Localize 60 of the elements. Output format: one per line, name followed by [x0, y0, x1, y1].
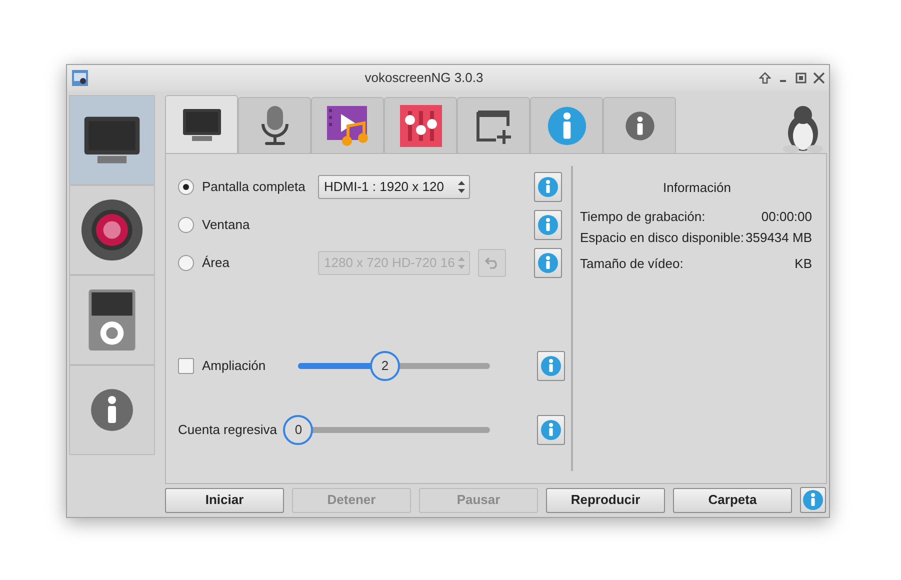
info-icon [538, 253, 558, 273]
radio-button[interactable] [178, 217, 194, 233]
radio-label: Ventana [202, 216, 251, 234]
display-combo[interactable]: HDMI-1 : 1920 x 120 [318, 175, 470, 199]
record-icon [80, 198, 144, 262]
action-button[interactable]: Iniciar [165, 488, 284, 512]
info-icon [546, 106, 586, 146]
slider-handle[interactable]: 2 [370, 351, 400, 381]
tab[interactable] [311, 97, 384, 153]
undo-icon [485, 257, 499, 269]
close-icon[interactable] [813, 72, 825, 84]
info-title: Información [662, 179, 732, 197]
equalizer-icon [398, 104, 442, 148]
countdown-label: Cuenta regresiva [178, 421, 278, 440]
info-value: 359434 MB [746, 229, 813, 247]
info-icon [541, 420, 562, 440]
maximize-icon[interactable] [795, 72, 807, 84]
checkbox-label: Ampliación [202, 357, 267, 376]
video-music-icon [326, 104, 370, 148]
action-button[interactable]: Carpeta [673, 488, 792, 512]
info-button[interactable] [534, 248, 562, 278]
checkbox[interactable] [178, 358, 194, 374]
info-icon [624, 110, 654, 140]
tab[interactable] [238, 97, 311, 153]
side-tab[interactable] [69, 95, 155, 185]
side-tab[interactable] [69, 275, 155, 365]
spinner-arrows-icon [458, 181, 465, 193]
info-button[interactable] [534, 210, 562, 240]
info-label: Tamaño de vídeo: [580, 254, 684, 272]
penguin-icon [781, 103, 825, 153]
info-icon [803, 490, 823, 510]
action-button[interactable]: Reproducir [546, 488, 665, 512]
info-icon [541, 356, 561, 376]
info-value: 00:00:00 [761, 208, 813, 226]
info-label: Espacio en disco disponible: [580, 229, 744, 247]
radio-button[interactable] [178, 255, 194, 271]
radio-button[interactable] [178, 179, 194, 195]
radio-label: Área [202, 254, 230, 272]
info-icon [538, 215, 558, 235]
slider-handle[interactable]: 0 [283, 415, 314, 445]
info-label: Tiempo de grabación: [580, 208, 706, 226]
slider[interactable]: 2 [282, 350, 490, 382]
info-icon [90, 388, 134, 432]
info-button[interactable] [800, 487, 826, 513]
window-title: vokoscreenNG 3.0.3 [364, 69, 484, 88]
info-button[interactable] [537, 415, 565, 445]
side-tab[interactable] [69, 365, 155, 455]
info-button[interactable] [534, 172, 562, 202]
side-tab[interactable] [69, 185, 155, 275]
tab[interactable] [384, 97, 457, 153]
info-button[interactable] [537, 351, 565, 381]
info-value: KB [794, 254, 813, 272]
keep-above-icon[interactable] [759, 72, 771, 84]
app-icon [71, 69, 89, 87]
radio-label: Pantalla completa [202, 178, 306, 196]
spinner-arrows-icon [458, 257, 465, 269]
tab[interactable] [165, 95, 238, 153]
tab[interactable] [457, 97, 530, 153]
slider[interactable]: 0 [283, 414, 490, 446]
info-icon [538, 177, 558, 197]
